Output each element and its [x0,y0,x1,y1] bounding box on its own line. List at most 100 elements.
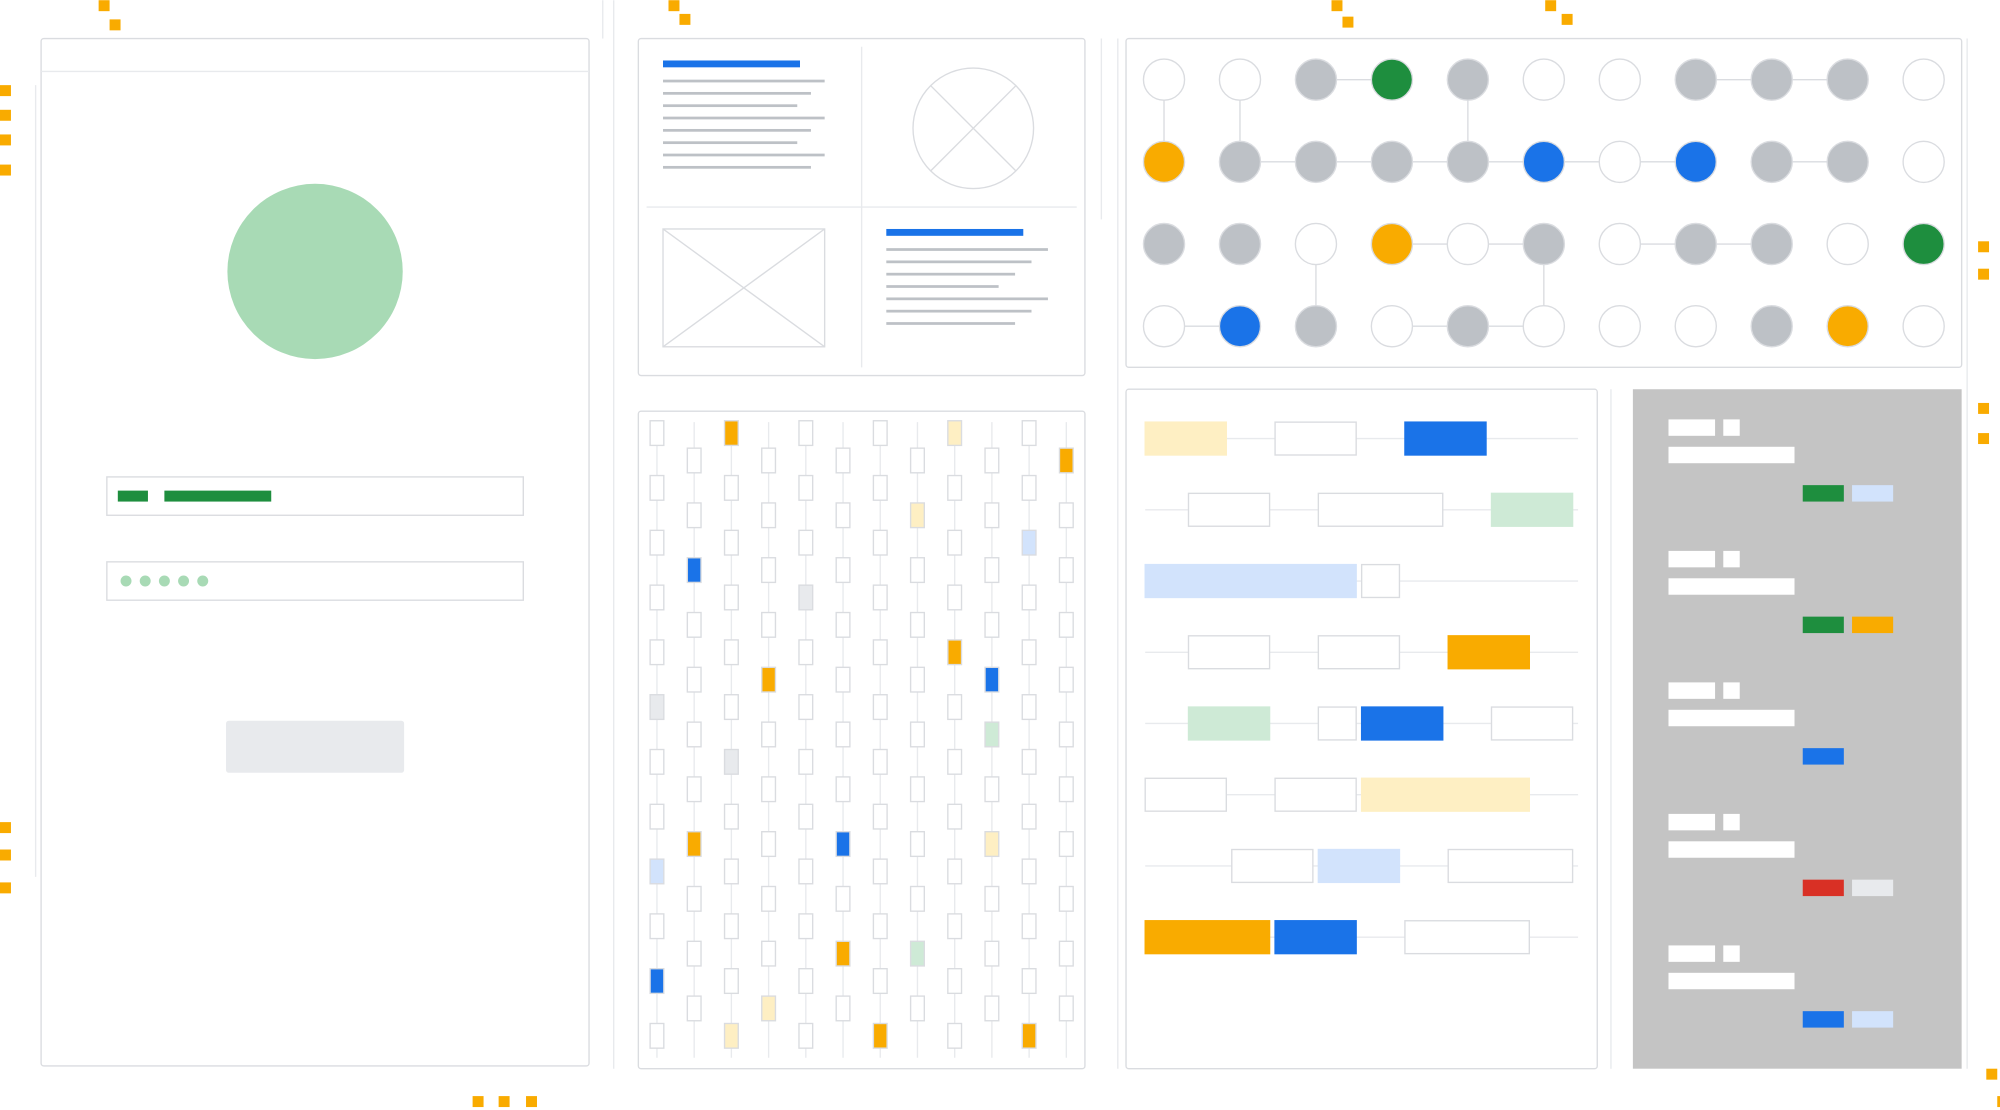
resistor [1059,613,1073,638]
node[interactable] [1599,223,1640,264]
node[interactable] [1447,223,1488,264]
node[interactable] [1827,306,1868,347]
node[interactable] [1143,141,1184,182]
gantt-bar[interactable] [1188,636,1269,669]
gantt-bar[interactable] [1275,778,1356,811]
gantt-bar[interactable] [1362,778,1530,811]
node[interactable] [1371,141,1412,182]
node[interactable] [1295,306,1336,347]
gantt-bar[interactable] [1492,493,1573,526]
node[interactable] [1371,306,1412,347]
node[interactable] [1827,59,1868,100]
node[interactable] [1751,141,1792,182]
node[interactable] [1295,141,1336,182]
node[interactable] [1523,59,1564,100]
node[interactable] [1447,306,1488,347]
resistor [836,887,850,912]
node-grid-card [1126,39,1962,368]
username-field[interactable] [107,477,523,515]
resistor [1022,859,1036,884]
node[interactable] [1219,141,1260,182]
gantt-bar[interactable] [1275,422,1356,455]
resistor [687,558,701,583]
gantt-bar[interactable] [1145,565,1356,598]
gantt-bar[interactable] [1145,422,1226,455]
node[interactable] [1675,223,1716,264]
gantt-bar[interactable] [1188,707,1269,740]
gantt-bar[interactable] [1275,921,1356,954]
gantt-bar[interactable] [1232,850,1313,883]
gantt-bar[interactable] [1318,493,1442,526]
gantt-bar[interactable] [1448,850,1572,883]
gantt-row [1145,636,1578,669]
node[interactable] [1599,59,1640,100]
node[interactable] [1371,223,1412,264]
node[interactable] [1903,59,1944,100]
gantt-bar[interactable] [1405,422,1486,455]
node[interactable] [1523,141,1564,182]
node[interactable] [1675,59,1716,100]
password-field[interactable] [107,562,523,600]
node[interactable] [1219,223,1260,264]
node[interactable] [1751,223,1792,264]
legend-tag[interactable] [1803,880,1844,896]
node[interactable] [1903,223,1944,264]
gantt-bar[interactable] [1362,707,1443,740]
node[interactable] [1447,59,1488,100]
node[interactable] [1143,306,1184,347]
node[interactable] [1599,306,1640,347]
legend-tag[interactable] [1803,1011,1844,1027]
node[interactable] [1523,223,1564,264]
resistor [687,777,701,802]
node[interactable] [1295,59,1336,100]
gantt-bar[interactable] [1405,921,1529,954]
resistor [762,722,776,747]
node[interactable] [1827,141,1868,182]
node[interactable] [1903,306,1944,347]
resistor [1022,640,1036,665]
gantt-bar[interactable] [1145,778,1226,811]
gantt-bar[interactable] [1145,921,1269,954]
node[interactable] [1143,59,1184,100]
gantt-bar[interactable] [1492,707,1573,740]
legend-tag[interactable] [1803,485,1844,501]
gantt-bar[interactable] [1318,850,1399,883]
node[interactable] [1219,59,1260,100]
resistor [799,914,813,939]
gantt-bar[interactable] [1188,493,1269,526]
gantt-bar[interactable] [1362,565,1400,598]
resistor [948,969,962,994]
node[interactable] [1675,306,1716,347]
node[interactable] [1219,306,1260,347]
resistor [911,667,925,692]
gantt-bar[interactable] [1318,707,1356,740]
wireframe-collage [0,0,2000,1110]
resistor [911,887,925,912]
node[interactable] [1751,306,1792,347]
node[interactable] [1295,223,1336,264]
node[interactable] [1371,59,1412,100]
gantt-card [1126,389,1597,1068]
node[interactable] [1143,223,1184,264]
node[interactable] [1827,223,1868,264]
resistor [762,448,776,473]
node[interactable] [1523,306,1564,347]
node[interactable] [1903,141,1944,182]
resistor [985,558,999,583]
resistor [873,640,887,665]
gantt-bar[interactable] [1448,636,1529,669]
legend-tag[interactable] [1803,748,1844,764]
resistor [799,695,813,720]
gantt-bar[interactable] [1318,636,1399,669]
submit-button[interactable] [226,721,404,773]
node[interactable] [1447,141,1488,182]
node[interactable] [1751,59,1792,100]
resistor [1059,941,1073,966]
resistor [799,421,813,446]
resistor [873,859,887,884]
resistor [725,640,739,665]
node[interactable] [1599,141,1640,182]
resistor [873,914,887,939]
node[interactable] [1675,141,1716,182]
legend-tag[interactable] [1803,617,1844,633]
